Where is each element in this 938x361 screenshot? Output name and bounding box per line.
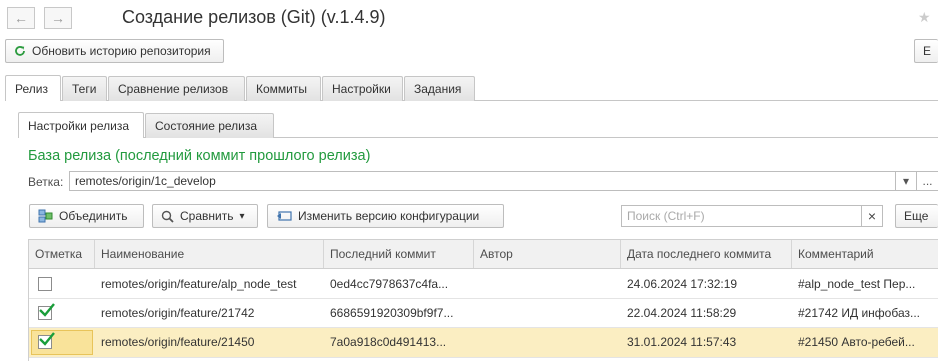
version-icon: [276, 210, 292, 222]
row-checkbox[interactable]: [38, 277, 52, 291]
column-header-last-commit[interactable]: Последний коммит: [324, 240, 474, 268]
close-icon: ×: [867, 208, 877, 224]
window-title: Создание релизов (Git) (v.1.4.9): [122, 7, 386, 27]
checkmark-icon: [39, 332, 55, 346]
branch-dropdown-button[interactable]: ▾: [895, 171, 917, 191]
checkmark-icon: [39, 303, 55, 317]
section-title: База релиза (последний коммит прошлого р…: [28, 148, 371, 164]
compare-button[interactable]: Сравнить ▾: [152, 204, 258, 228]
refresh-history-label: Обновить историю репозитория: [32, 44, 211, 58]
tab-release-label: Релиз: [15, 81, 48, 96]
table-row-selected[interactable]: remotes/origin/feature/21450 7a0a918c0d4…: [29, 328, 938, 358]
arrow-left-icon: ←: [14, 10, 28, 26]
more-menu-button[interactable]: Е: [914, 39, 938, 63]
favorite-star-icon[interactable]: ★: [918, 9, 931, 26]
compare-label: Сравнить: [180, 209, 234, 223]
tab-tags[interactable]: Теги: [62, 76, 107, 101]
row-comment: #21742 ИД инфобаз...: [798, 306, 920, 320]
chevron-down-icon: ▾: [902, 174, 910, 188]
more-actions-button[interactable]: Еще: [895, 204, 938, 228]
branch-label: Ветка:: [28, 175, 64, 189]
column-header-comment[interactable]: Комментарий: [792, 240, 938, 268]
tab-tasks-label: Задания: [414, 82, 462, 96]
table-header: Отметка Наименование Последний коммит Ав…: [29, 239, 938, 269]
branch-value: remotes/origin/1c_develop: [75, 174, 216, 188]
merge-icon: [38, 209, 53, 223]
row-last-commit: 7a0a918c0d491413...: [330, 335, 447, 349]
tab-release-settings[interactable]: Настройки релиза: [18, 112, 144, 138]
row-checkbox[interactable]: [38, 332, 55, 349]
search-input[interactable]: Поиск (Ctrl+F): [621, 205, 862, 227]
row-commit-date: 24.06.2024 17:32:19: [627, 277, 738, 291]
tab-tasks[interactable]: Задания: [404, 76, 475, 101]
tab-settings[interactable]: Настройки: [322, 76, 403, 101]
change-config-version-label: Изменить версию конфигурации: [298, 209, 480, 223]
tab-tags-label: Теги: [72, 82, 97, 96]
tab-release[interactable]: Релиз: [5, 75, 61, 101]
row-author: [474, 299, 621, 327]
more-menu-label: Е: [923, 44, 932, 58]
table-row[interactable]: remotes/origin/feature/21742 66865919203…: [29, 299, 938, 328]
chevron-down-icon: ▾: [239, 210, 245, 222]
row-comment: #alp_node_test Пер...: [798, 277, 916, 291]
arrow-right-icon: →: [51, 10, 65, 26]
row-author: [474, 270, 621, 298]
row-author: [474, 328, 621, 356]
row-commit-date: 22.04.2024 11:58:29: [627, 306, 737, 320]
branch-select-button[interactable]: ...: [916, 171, 938, 191]
refresh-history-button[interactable]: Обновить историю репозитория: [5, 39, 224, 63]
table-row[interactable]: remotes/origin/feature/alp_node_test 0ed…: [29, 270, 938, 299]
row-comment: #21450 Авто-ребей...: [798, 335, 915, 349]
row-commit-date: 31.01.2024 11:57:43: [627, 335, 737, 349]
merge-label: Объединить: [59, 209, 128, 223]
column-header-name[interactable]: Наименование: [95, 240, 324, 268]
column-header-author[interactable]: Автор: [474, 240, 621, 268]
branch-field[interactable]: remotes/origin/1c_develop: [69, 171, 896, 191]
tab-release-settings-label: Настройки релиза: [28, 118, 130, 133]
back-button[interactable]: ←: [7, 7, 35, 29]
row-checkbox[interactable]: [38, 303, 55, 320]
tab-compare-releases[interactable]: Сравнение релизов: [108, 76, 245, 101]
tab-compare-releases-label: Сравнение релизов: [118, 82, 229, 96]
change-config-version-button[interactable]: Изменить версию конфигурации: [267, 204, 504, 228]
forward-button[interactable]: →: [44, 7, 72, 29]
ellipsis-icon: ...: [922, 174, 933, 188]
row-name: remotes/origin/feature/21742: [101, 306, 255, 320]
tab-commits-label: Коммиты: [256, 82, 307, 96]
row-name: remotes/origin/feature/21450: [101, 335, 255, 349]
magnifier-icon: [161, 210, 174, 223]
row-name: remotes/origin/feature/alp_node_test: [101, 277, 297, 291]
column-header-mark[interactable]: Отметка: [29, 240, 95, 268]
tab-settings-label: Настройки: [332, 82, 391, 96]
tab-release-state[interactable]: Состояние релиза: [145, 113, 274, 138]
merge-button[interactable]: Объединить: [29, 204, 144, 228]
refresh-icon: [14, 45, 26, 57]
search-placeholder: Поиск (Ctrl+F): [627, 209, 705, 223]
tab-release-state-label: Состояние релиза: [155, 119, 258, 133]
row-last-commit: 0ed4cc7978637c4fa...: [330, 277, 449, 291]
column-header-commit-date[interactable]: Дата последнего коммита: [621, 240, 792, 268]
search-clear-button[interactable]: ×: [861, 205, 883, 227]
more-actions-label: Еще: [904, 209, 929, 223]
row-last-commit: 6686591920309bf9f7...: [330, 306, 454, 320]
tab-commits[interactable]: Коммиты: [246, 76, 321, 101]
